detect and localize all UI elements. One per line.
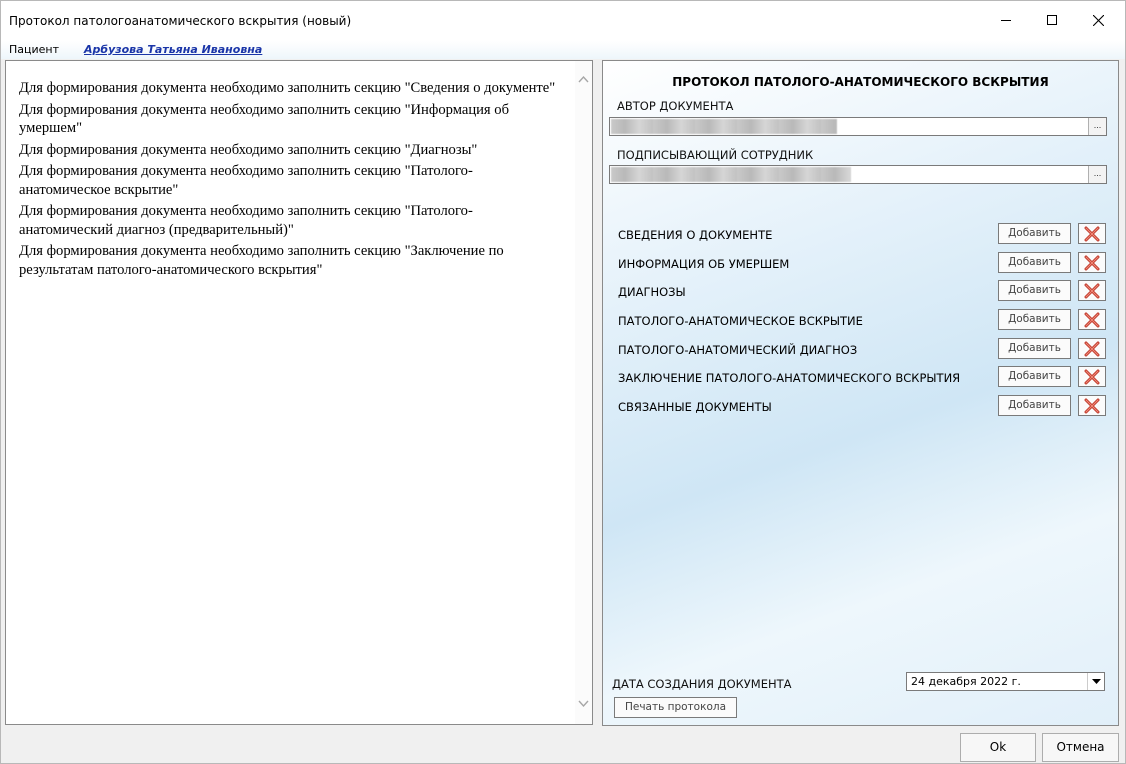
add-deceased-info-button[interactable]: Добавить (998, 252, 1071, 273)
delete-document-info-button[interactable] (1078, 223, 1106, 244)
section-label: СВЕДЕНИЯ О ДОКУМЕНТЕ (618, 228, 773, 242)
delete-related-documents-button[interactable] (1078, 395, 1106, 416)
delete-deceased-info-button[interactable] (1078, 252, 1106, 273)
section-row-pathology-diagnosis: ПАТОЛОГО-АНАТОМИЧЕСКИЙ ДИАГНОЗ Добавить (618, 338, 1108, 360)
add-diagnoses-button[interactable]: Добавить (998, 280, 1071, 301)
section-row-autopsy: ПАТОЛОГО-АНАТОМИЧЕСКОЕ ВСКРЫТИЕ Добавить (618, 309, 1108, 331)
delete-icon (1084, 398, 1100, 413)
scroll-up-icon[interactable] (578, 74, 589, 85)
vertical-scrollbar[interactable] (575, 61, 592, 724)
add-autopsy-button[interactable]: Добавить (998, 309, 1071, 330)
author-browse-button[interactable]: ... (1088, 118, 1106, 135)
scroll-down-icon[interactable] (578, 698, 589, 709)
chevron-down-icon (1091, 678, 1101, 684)
delete-icon (1084, 255, 1100, 270)
patient-name-link[interactable]: Арбузова Татьяна Ивановна (84, 43, 262, 56)
delete-pathology-diagnosis-button[interactable] (1078, 338, 1106, 359)
signer-value-redacted (611, 167, 851, 182)
validation-message: Для формирования документа необходимо за… (19, 80, 556, 96)
signer-label: ПОДПИСЫВАЮЩИЙ СОТРУДНИК (617, 148, 814, 162)
validation-messages-panel[interactable]: Для формирования документа необходимо за… (5, 60, 593, 725)
section-row-deceased-info: ИНФОРМАЦИЯ ОБ УМЕРШЕМ Добавить (618, 252, 1108, 274)
close-icon (1092, 14, 1104, 26)
protocol-title: ПРОТОКОЛ ПАТОЛОГО-АНАТОМИЧЕСКОГО ВСКРЫТИ… (672, 75, 1049, 89)
message-list: Для формирования документа необходимо за… (19, 79, 564, 282)
ok-button[interactable]: Ok (960, 733, 1036, 762)
date-picker[interactable]: 24 декабря 2022 г. (906, 672, 1105, 691)
maximize-icon (1047, 15, 1057, 25)
validation-message: Для формирования документа необходимо за… (19, 243, 504, 278)
close-button[interactable] (1075, 1, 1121, 39)
add-document-info-button[interactable]: Добавить (998, 223, 1071, 244)
delete-icon (1084, 283, 1100, 298)
minimize-icon (1001, 19, 1011, 21)
section-row-related-documents: СВЯЗАННЫЕ ДОКУМЕНТЫ Добавить (618, 395, 1108, 417)
section-label: ДИАГНОЗЫ (618, 285, 686, 299)
signer-browse-button[interactable]: ... (1088, 166, 1106, 183)
delete-icon (1084, 369, 1100, 384)
date-value: 24 декабря 2022 г. (911, 675, 1021, 688)
window-title: Протокол патологоанатомического вскрытия… (9, 14, 352, 28)
section-row-document-info: СВЕДЕНИЯ О ДОКУМЕНТЕ Добавить (618, 223, 1108, 245)
patient-label: Пациент (9, 43, 60, 56)
validation-message: Для формирования документа необходимо за… (19, 141, 478, 158)
section-row-diagnoses: ДИАГНОЗЫ Добавить (618, 280, 1108, 302)
delete-icon (1084, 226, 1100, 241)
author-label: АВТОР ДОКУМЕНТА (617, 99, 734, 113)
delete-icon (1084, 341, 1100, 356)
date-dropdown-button[interactable] (1087, 673, 1104, 690)
delete-diagnoses-button[interactable] (1078, 280, 1106, 301)
minimize-button[interactable] (983, 1, 1029, 39)
patient-bar: Пациент Арбузова Татьяна Ивановна (1, 41, 1125, 59)
author-field[interactable]: ... (609, 117, 1107, 136)
section-label: ПАТОЛОГО-АНАТОМИЧЕСКОЕ ВСКРЫТИЕ (618, 314, 863, 328)
author-value-redacted (611, 119, 837, 134)
maximize-button[interactable] (1029, 1, 1075, 39)
delete-icon (1084, 312, 1100, 327)
signer-field[interactable]: ... (609, 165, 1107, 184)
validation-message: Для формирования документа необходимо за… (19, 101, 510, 137)
delete-conclusion-button[interactable] (1078, 366, 1106, 387)
dialog-window: Протокол патологоанатомического вскрытия… (0, 0, 1126, 764)
section-label: СВЯЗАННЫЕ ДОКУМЕНТЫ (618, 400, 772, 414)
section-row-conclusion: ЗАКЛЮЧЕНИЕ ПАТОЛОГО-АНАТОМИЧЕСКОГО ВСКРЫ… (618, 366, 1108, 388)
add-conclusion-button[interactable]: Добавить (998, 366, 1071, 387)
section-label: ЗАКЛЮЧЕНИЕ ПАТОЛОГО-АНАТОМИЧЕСКОГО ВСКРЫ… (618, 371, 961, 385)
add-related-documents-button[interactable]: Добавить (998, 395, 1071, 416)
delete-autopsy-button[interactable] (1078, 309, 1106, 330)
section-label: ПАТОЛОГО-АНАТОМИЧЕСКИЙ ДИАГНОЗ (618, 343, 858, 357)
date-label: ДАТА СОЗДАНИЯ ДОКУМЕНТА (612, 677, 792, 691)
validation-message: Для формирования документа необходимо за… (19, 163, 473, 198)
print-protocol-button[interactable]: Печать протокола (614, 697, 737, 718)
section-label: ИНФОРМАЦИЯ ОБ УМЕРШЕМ (618, 257, 790, 271)
title-bar[interactable]: Протокол патологоанатомического вскрытия… (1, 1, 1125, 41)
add-pathology-diagnosis-button[interactable]: Добавить (998, 338, 1071, 359)
cancel-button[interactable]: Отмена (1042, 733, 1119, 762)
protocol-panel: ПРОТОКОЛ ПАТОЛОГО-АНАТОМИЧЕСКОГО ВСКРЫТИ… (602, 60, 1119, 726)
validation-message: Для формирования документа необходимо за… (19, 203, 473, 238)
